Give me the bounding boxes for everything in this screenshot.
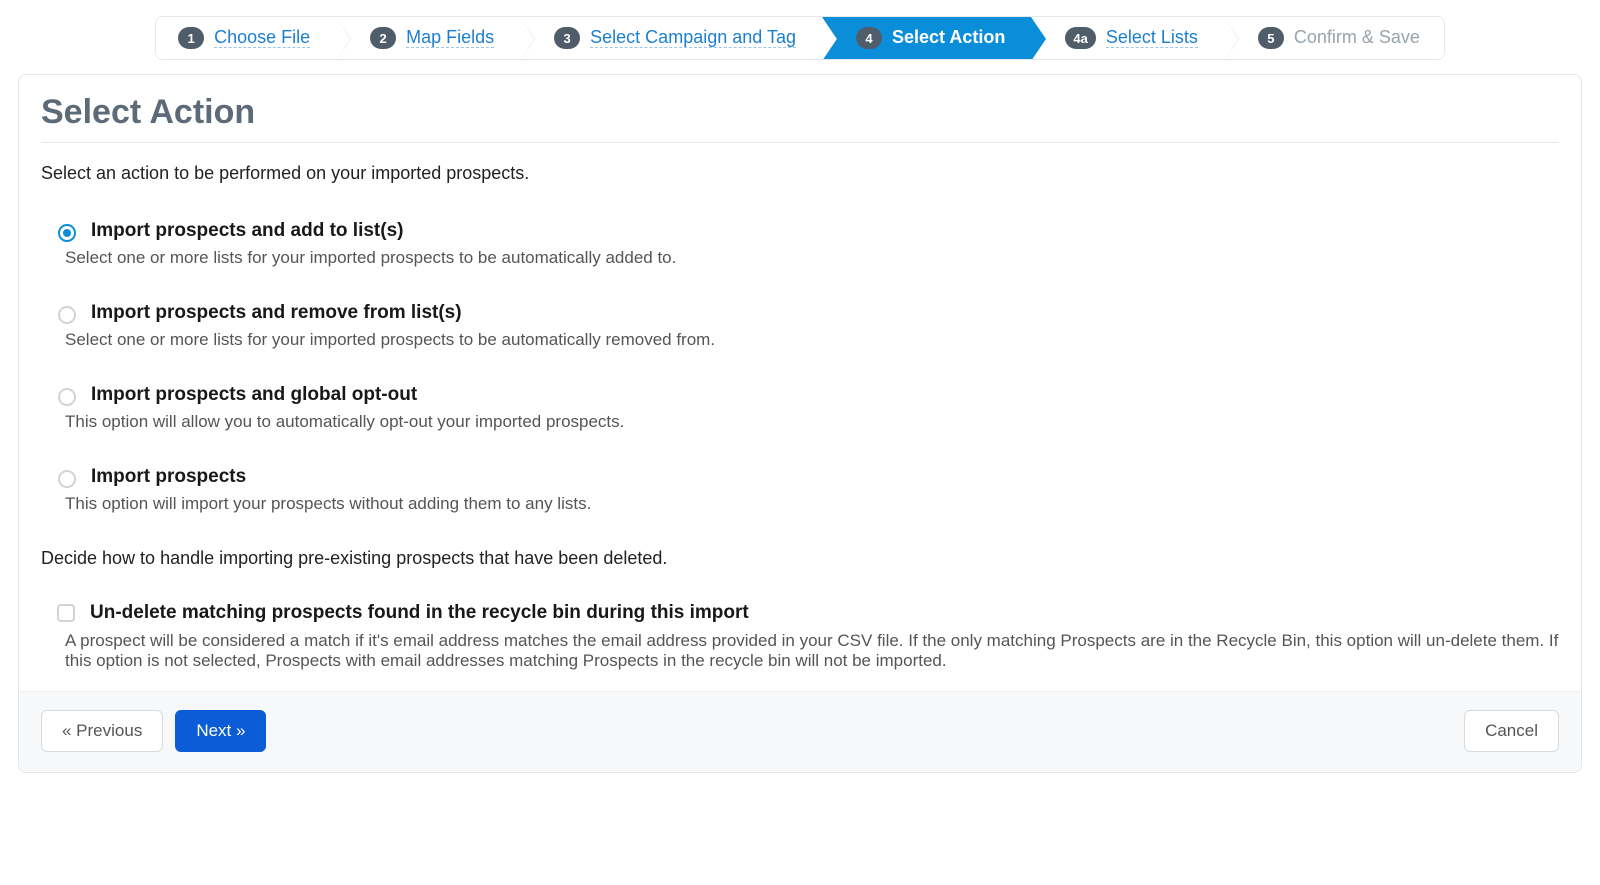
option-import-global-opt-out: Import prospects and global opt-out This… [53,384,1559,432]
step-select-action[interactable]: 4 Select Action [822,17,1031,59]
cancel-button[interactable]: Cancel [1464,710,1559,752]
wizard-stepper: 1 Choose File 2 Map Fields 3 Select Camp… [0,16,1600,60]
undelete-label[interactable]: Un-delete matching prospects found in th… [90,602,749,624]
step-select-campaign-tag[interactable]: 3 Select Campaign and Tag [520,17,822,59]
step-select-lists[interactable]: 4a Select Lists [1031,17,1224,59]
radio-import-remove-from-lists[interactable] [58,306,76,324]
title-divider [41,142,1559,143]
radio-import-prospects[interactable] [58,470,76,488]
step-map-fields[interactable]: 2 Map Fields [336,17,520,59]
previous-button[interactable]: « Previous [41,710,163,752]
page-title: Select Action [41,93,1559,132]
panel-body: Select Action Select an action to be per… [19,75,1581,691]
checkbox-undelete-matching[interactable] [57,604,75,622]
option-label[interactable]: Import prospects [91,466,246,488]
step-label[interactable]: Select Action [892,28,1005,48]
undelete-description: A prospect will be considered a match if… [65,631,1559,671]
step-number-badge: 4a [1065,27,1095,49]
panel-footer: « Previous Next » Cancel [19,691,1581,772]
step-number-badge: 3 [554,27,580,49]
radio-import-global-opt-out[interactable] [58,388,76,406]
select-action-panel: Select Action Select an action to be per… [18,74,1582,773]
option-description: Select one or more lists for your import… [65,330,1559,350]
step-number-badge: 5 [1258,27,1284,49]
step-number-badge: 4 [856,27,882,49]
option-import-prospects: Import prospects This option will import… [53,466,1559,514]
option-label[interactable]: Import prospects and remove from list(s) [91,302,462,324]
step-label[interactable]: Select Campaign and Tag [590,28,796,49]
radio-import-add-to-lists[interactable] [58,224,76,242]
step-label: Confirm & Save [1294,28,1420,48]
step-list: 1 Choose File 2 Map Fields 3 Select Camp… [155,16,1445,60]
option-import-remove-from-lists: Import prospects and remove from list(s)… [53,302,1559,350]
option-description: This option will allow you to automatica… [65,412,1559,432]
step-label[interactable]: Choose File [214,28,310,49]
intro-text: Select an action to be performed on your… [41,163,1559,184]
option-label[interactable]: Import prospects and add to list(s) [91,220,403,242]
footer-left-buttons: « Previous Next » [41,710,266,752]
option-label[interactable]: Import prospects and global opt-out [91,384,417,406]
step-confirm-save: 5 Confirm & Save [1224,17,1444,59]
step-number-badge: 2 [370,27,396,49]
step-choose-file[interactable]: 1 Choose File [156,17,336,59]
undelete-option: Un-delete matching prospects found in th… [53,601,1559,671]
undelete-intro-text: Decide how to handle importing pre-exist… [41,548,1559,569]
next-button[interactable]: Next » [175,710,266,752]
step-number-badge: 1 [178,27,204,49]
option-description: Select one or more lists for your import… [65,248,1559,268]
step-label[interactable]: Map Fields [406,28,494,49]
step-label[interactable]: Select Lists [1106,28,1198,49]
option-description: This option will import your prospects w… [65,494,1559,514]
option-import-add-to-lists: Import prospects and add to list(s) Sele… [53,220,1559,268]
